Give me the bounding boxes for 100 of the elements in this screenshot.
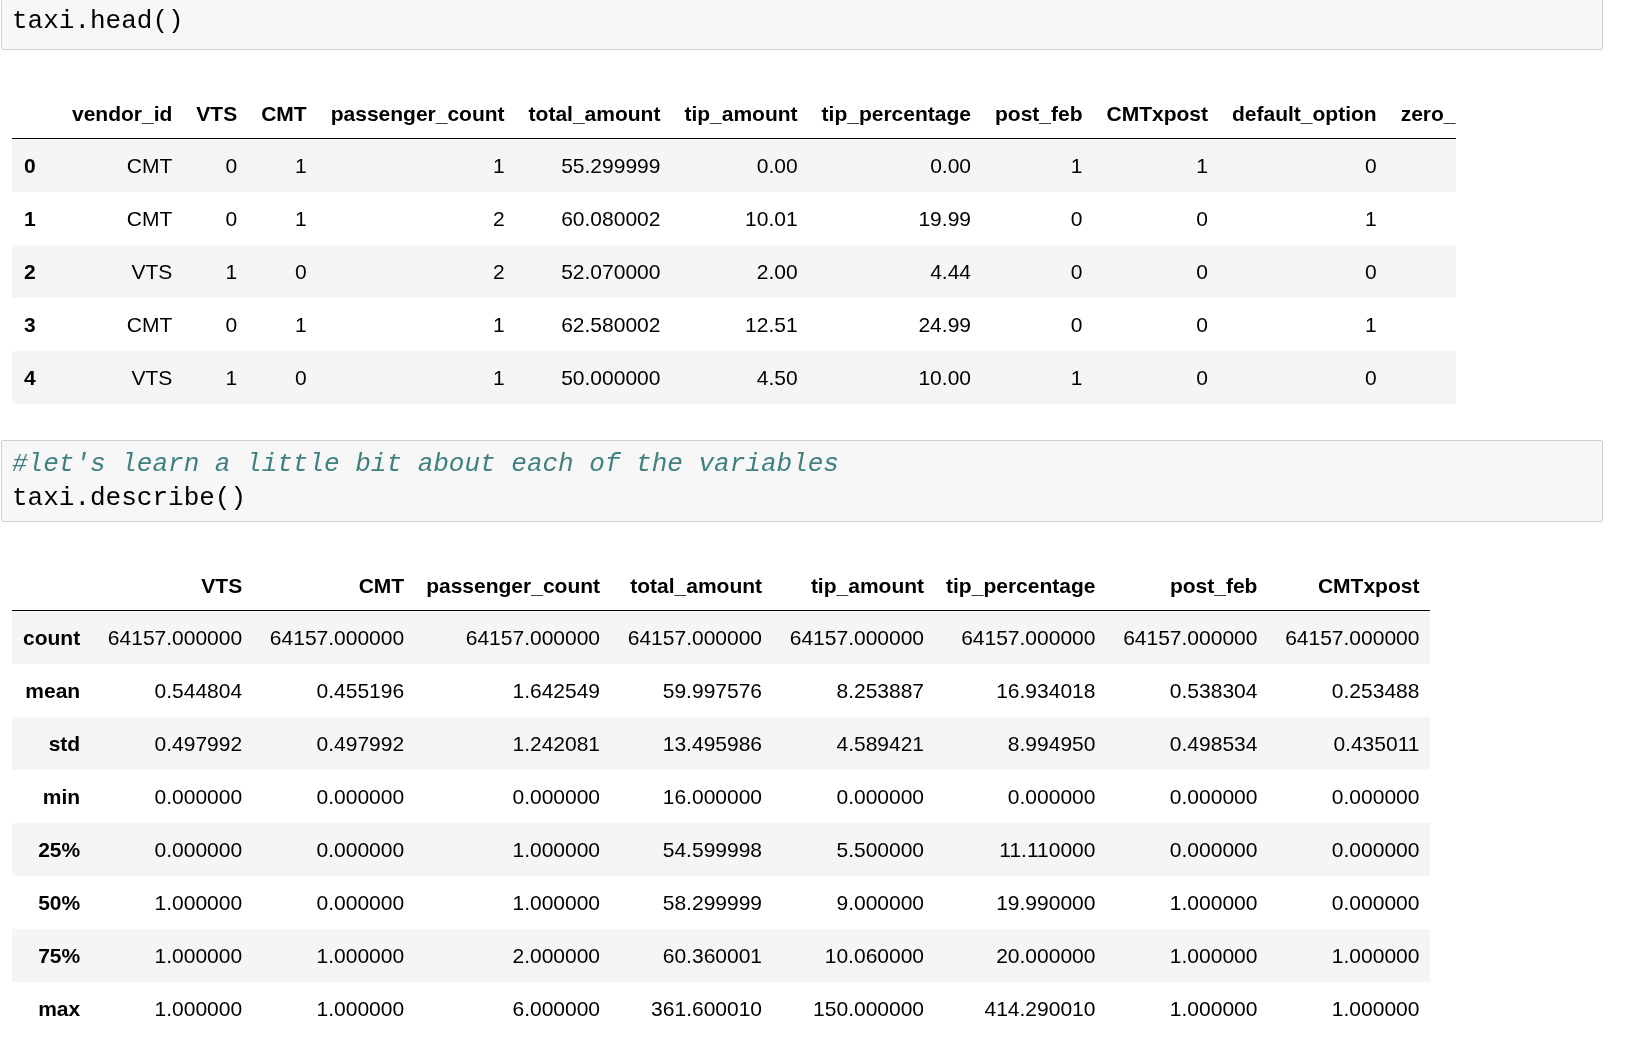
table-cell: 1.000000 (316, 996, 405, 1020)
table-cell: 1.642549 (512, 678, 601, 702)
column-header: post_feb (995, 102, 1083, 125)
table-cell: VTS (131, 259, 173, 283)
code-line: taxi.describe() (12, 482, 248, 515)
table-cell: 16.000000 (662, 784, 763, 808)
table-cell: CMT (126, 312, 173, 336)
table-cell: 1.000000 (512, 837, 601, 861)
table-cell: 4.44 (930, 259, 971, 283)
table-cell: 64157.000000 (789, 625, 925, 649)
table-cell: 8.253887 (836, 678, 925, 702)
table-cell: 10.01 (745, 206, 798, 230)
table-cell: 10.00 (918, 365, 971, 389)
table-cell: 16.934018 (996, 678, 1096, 702)
table-cell: 0 (225, 312, 238, 336)
table-cell: 0.000000 (154, 784, 243, 808)
column-header: tip_percentage (946, 574, 1096, 597)
column-header: default_option (1232, 102, 1377, 125)
table-cell: 0 (1365, 259, 1377, 283)
table-cell: 1 (295, 153, 307, 177)
table-cell: 1 (225, 259, 238, 283)
table-cell: 0 (225, 153, 238, 177)
table-cell: 12.51 (745, 312, 798, 336)
table-cell: 0 (1365, 153, 1377, 177)
table-cell: 52.070000 (561, 259, 661, 283)
table-cell: 62.580002 (561, 312, 661, 336)
table-cell: 1.242081 (512, 731, 601, 755)
table-cell: 414.290010 (984, 996, 1096, 1020)
table-cell: 0 (1196, 312, 1208, 336)
table-cell: 0.498534 (1169, 731, 1258, 755)
column-header: passenger_count (426, 574, 601, 597)
table-cell: 0.000000 (316, 890, 405, 914)
table-cell: 64157.000000 (1123, 625, 1258, 649)
table-cell: 58.299999 (662, 890, 763, 914)
table-cell: 0.000000 (1331, 784, 1420, 808)
table-cell: 0.455196 (316, 678, 405, 702)
table-cell: 0 (1070, 206, 1083, 230)
table-cell: 0.538304 (1169, 678, 1258, 702)
row-index: max (38, 996, 81, 1020)
column-header: total_amount (528, 102, 661, 125)
column-header: tip_amount (810, 574, 925, 597)
row-index: 25% (38, 837, 81, 861)
table-cell: 0 (1365, 365, 1377, 389)
row-index: 3 (24, 312, 36, 336)
row-index: 2 (24, 259, 36, 283)
column-header: CMTxpost (1106, 102, 1208, 125)
table-cell: 1.000000 (1169, 890, 1258, 914)
table-cell: 1 (492, 153, 505, 177)
table-cell: 0 (1070, 312, 1083, 336)
table-cell: 0.000000 (512, 784, 601, 808)
table-cell: 0.435011 (1333, 731, 1420, 755)
row-index: std (48, 731, 81, 755)
table-cell: 0.00 (756, 153, 798, 177)
table-cell: 2 (492, 259, 505, 283)
table-cell: 4.589421 (836, 731, 925, 755)
table-cell: 0.497992 (316, 731, 405, 755)
table-cell: 0 (295, 365, 307, 389)
table-cell: 1.000000 (1331, 943, 1420, 967)
row-index: min (42, 784, 81, 808)
column-header: CMT (358, 574, 405, 597)
column-header: vendor_id (72, 102, 173, 125)
table-cell: 361.600010 (651, 996, 763, 1020)
column-header: passenger_count (330, 102, 505, 125)
table-cell: 1.000000 (512, 890, 601, 914)
table-cell: CMT (126, 206, 173, 230)
table-cell: 0.000000 (1331, 837, 1420, 861)
table-cell: 24.99 (918, 312, 971, 336)
table-cell: 1.000000 (154, 943, 243, 967)
table-cell: 1 (1365, 206, 1377, 230)
table-cell: 6.000000 (512, 996, 601, 1020)
table-cell: 1 (492, 365, 505, 389)
table-cell: 64157.000000 (1285, 625, 1420, 649)
table-cell: 1 (1365, 312, 1377, 336)
column-header: VTS (196, 102, 238, 125)
table-cell: 0 (295, 259, 307, 283)
table-cell: 0 (1196, 365, 1208, 389)
code-cell[interactable]: taxi.head() (1, 0, 1603, 50)
table-cell: 60.080002 (561, 206, 661, 230)
table-cell: 64157.000000 (269, 625, 405, 649)
table-cell: 1.000000 (154, 890, 243, 914)
row-index: mean (25, 678, 81, 702)
table-cell: 50.000000 (561, 365, 661, 389)
row-index: 0 (24, 153, 36, 177)
code-cell[interactable]: #let's learn a little bit about each of the variables taxi.describe() (1, 440, 1603, 522)
table-cell: 0 (225, 206, 238, 230)
code-line: taxi.head() (12, 5, 185, 38)
table-cell: 0.000000 (1331, 890, 1420, 914)
table-cell: 10.060000 (824, 943, 925, 967)
table-cell: 1 (1196, 153, 1208, 177)
code-comment: #let's learn a little bit about each of the variables (12, 448, 840, 481)
table-cell: 1 (492, 312, 505, 336)
table-cell: 150.000000 (813, 996, 925, 1020)
table-cell: 5.500000 (836, 837, 925, 861)
column-header: tip_percentage (821, 102, 971, 125)
table-cell: 19.99 (918, 206, 971, 230)
table-cell: 0.000000 (1169, 784, 1258, 808)
table-cell: 13.495986 (662, 731, 763, 755)
table-cell: 0.000000 (836, 784, 925, 808)
table-cell: 1.000000 (1169, 943, 1258, 967)
table-cell: 0.544804 (154, 678, 243, 702)
